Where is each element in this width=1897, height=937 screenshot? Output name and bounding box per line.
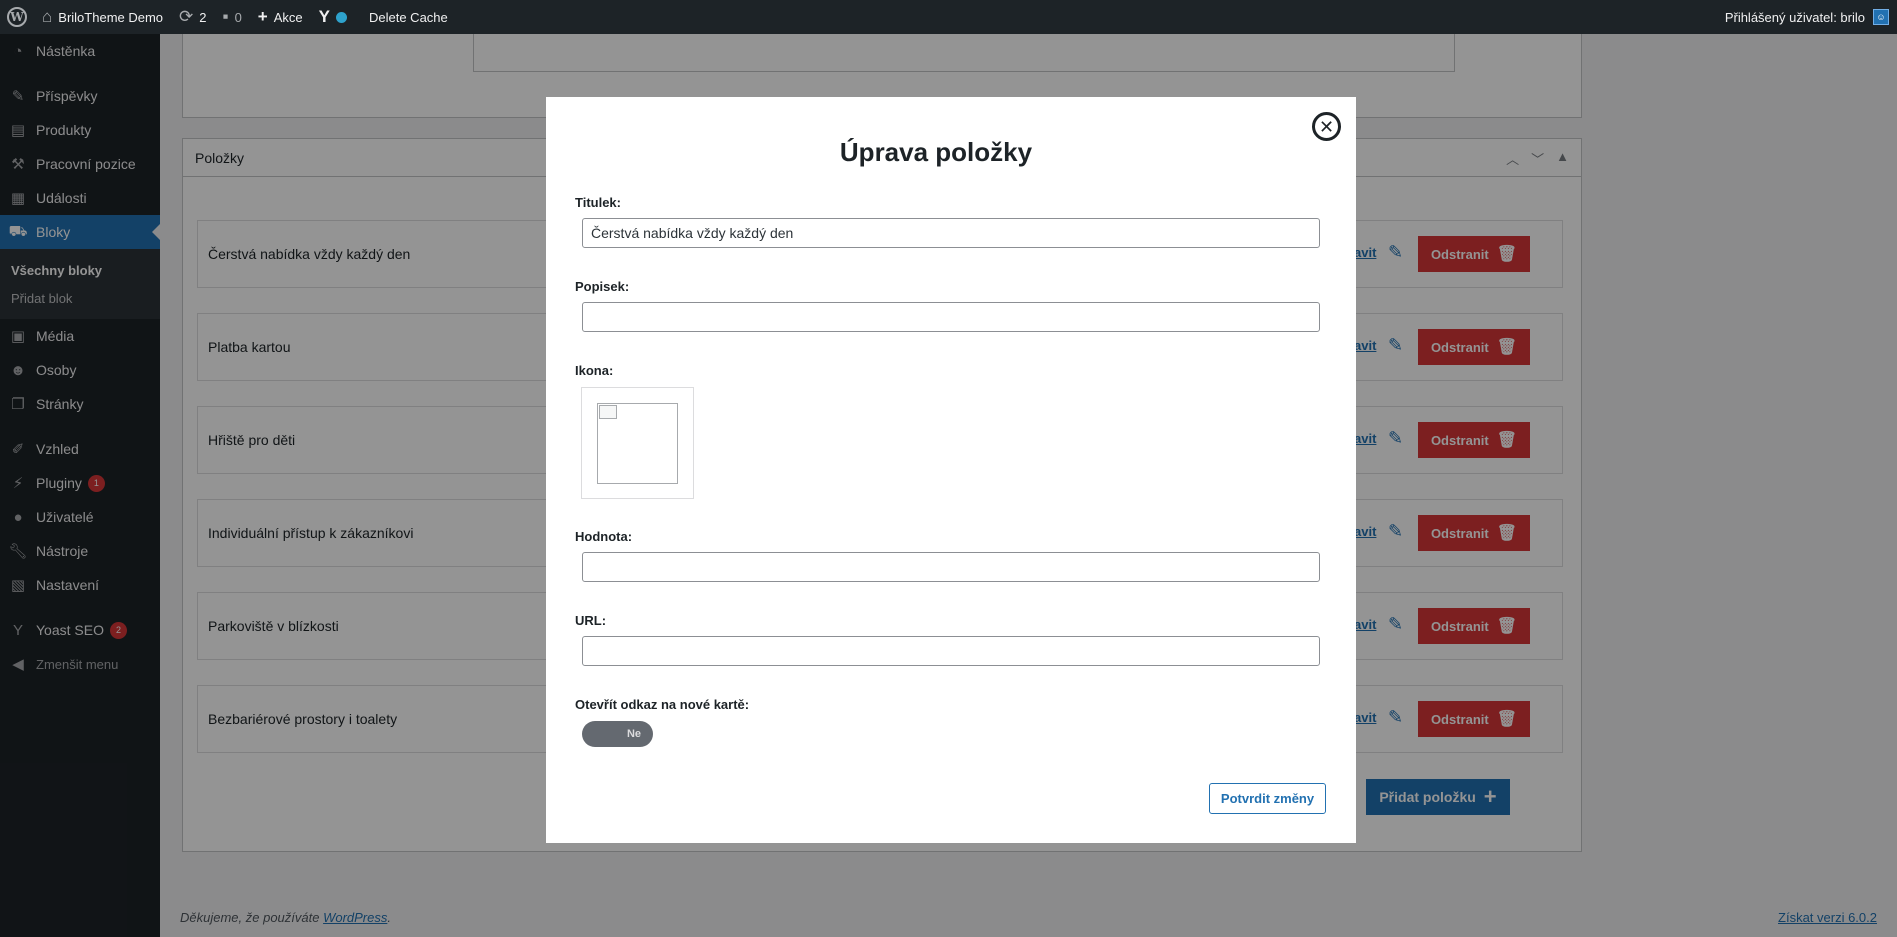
wordpress-logo-menu[interactable]: W <box>0 0 34 34</box>
home-icon: ⌂ <box>42 7 53 26</box>
seo-status-dot <box>335 11 347 23</box>
icon-preview-image <box>597 403 678 484</box>
yoast-menu[interactable]: Y <box>311 0 361 34</box>
toggle-state: Ne <box>626 728 641 740</box>
url-label: URL: <box>575 613 607 628</box>
broken-image-icon <box>599 405 617 419</box>
title-label: Titulek: <box>575 195 621 210</box>
avatar: ☺ <box>1873 9 1889 25</box>
edit-item-modal: ✕ Úprava položky Titulek: Popisek: Ikona… <box>546 97 1356 843</box>
user-greeting: Přihlášený uživatel: brilo <box>1724 9 1865 25</box>
comments-count: 0 <box>234 9 242 25</box>
value-input[interactable] <box>582 552 1320 582</box>
title-input[interactable] <box>582 218 1320 248</box>
delete-cache-label: Delete Cache <box>368 9 448 25</box>
icon-label: Ikona: <box>575 363 614 378</box>
site-name: BriloTheme Demo <box>58 9 164 25</box>
user-account-menu[interactable]: Přihlášený uživatel: brilo ☺ <box>1725 9 1897 25</box>
updates-count: 2 <box>199 9 207 25</box>
site-name-link[interactable]: ⌂ BriloTheme Demo <box>34 0 171 34</box>
updates-icon: ⟳ <box>179 7 194 26</box>
delete-cache-link[interactable]: Delete Cache <box>361 0 456 34</box>
value-label: Hodnota: <box>575 529 633 544</box>
comment-icon: ▪ <box>222 7 229 26</box>
plus-icon: + <box>257 7 268 26</box>
new-tab-label: Otevřít odkaz na nové kartě: <box>575 697 750 712</box>
comments-link[interactable]: ▪ 0 <box>215 0 250 34</box>
admin-bar: W ⌂ BriloTheme Demo ⟳ 2 ▪ 0 + Akce Y Del… <box>0 0 1897 34</box>
updates-link[interactable]: ⟳ 2 <box>171 0 214 34</box>
wordpress-logo-icon: W <box>7 7 27 27</box>
description-input[interactable] <box>582 302 1320 332</box>
new-tab-toggle[interactable]: Ne <box>582 721 653 747</box>
modal-title: Úprava položky <box>839 137 1033 167</box>
icon-picker[interactable] <box>581 387 694 499</box>
yoast-icon: Y <box>318 7 330 26</box>
description-label: Popisek: <box>575 279 630 294</box>
url-input[interactable] <box>582 636 1320 666</box>
new-content-label: Akce <box>273 9 303 25</box>
new-content-link[interactable]: + Akce <box>250 0 311 34</box>
confirm-changes-button[interactable]: Potvrdit změny <box>1209 783 1326 814</box>
